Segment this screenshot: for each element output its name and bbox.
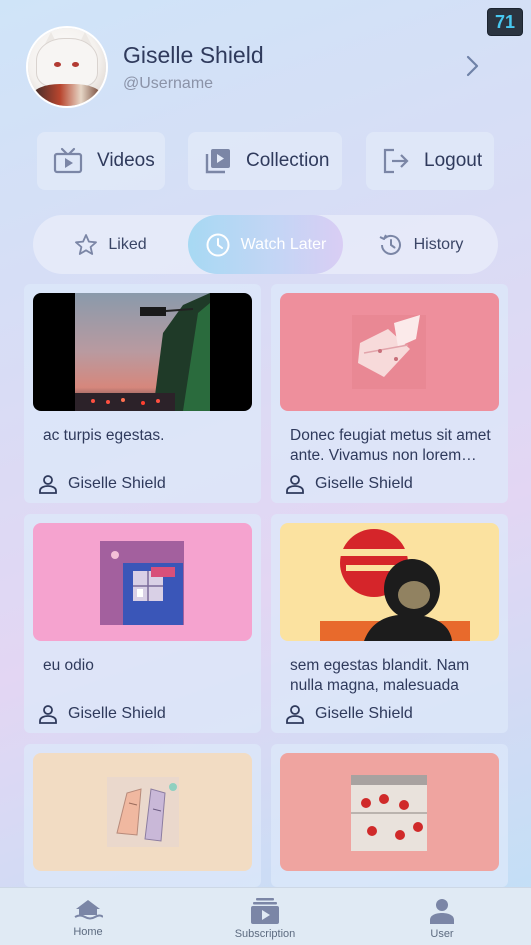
nav-subscription-label: Subscription — [234, 928, 296, 940]
tab-liked[interactable]: Liked — [33, 215, 188, 274]
video-thumbnail[interactable] — [33, 753, 252, 871]
video-card[interactable] — [271, 744, 508, 887]
nav-user[interactable]: User — [382, 888, 502, 945]
video-title: sem egestas blandit. Nam nulla magna, ma… — [290, 657, 470, 694]
video-title: eu odio — [43, 657, 94, 674]
person-icon — [286, 475, 304, 494]
video-title: ac turpis egestas. — [43, 427, 165, 444]
home-icon — [74, 900, 103, 920]
bottom-nav: Home Subscription User — [0, 887, 531, 945]
profile-username: @Username — [123, 75, 214, 92]
logout-button[interactable]: Logout — [366, 132, 494, 190]
video-author: Giselle Shield — [38, 704, 166, 724]
tab-history-label: History — [413, 235, 464, 253]
video-author-name: Giselle Shield — [315, 475, 413, 492]
tab-liked-label: Liked — [108, 235, 147, 253]
history-icon — [379, 234, 401, 255]
video-thumbnail[interactable] — [280, 293, 499, 411]
avatar[interactable] — [28, 28, 106, 106]
profile-header[interactable]: Giselle Shield @Username — [28, 28, 498, 106]
video-author: Giselle Shield — [285, 704, 413, 724]
clock-icon — [206, 233, 230, 256]
video-author-name: Giselle Shield — [68, 705, 166, 722]
collection-icon — [205, 149, 230, 174]
profile-name: Giselle Shield — [123, 42, 264, 68]
video-title: Donec feugiat metus sit amet ante. Vivam… — [290, 427, 491, 464]
person-icon — [39, 475, 57, 494]
video-card[interactable]: ac turpis egestas. Giselle Shield — [24, 284, 261, 503]
logout-icon — [383, 148, 409, 174]
video-thumbnail[interactable] — [33, 293, 252, 411]
videos-button-label: Videos — [97, 150, 155, 171]
nav-subscription[interactable]: Subscription — [205, 888, 325, 945]
video-thumbnail[interactable] — [280, 753, 499, 871]
nav-home-label: Home — [73, 926, 103, 938]
tab-watch-later-label: Watch Later — [240, 235, 327, 253]
video-tabs: Liked Watch Later History — [33, 215, 498, 274]
person-icon — [286, 705, 304, 724]
tv-icon — [53, 147, 83, 174]
videos-button[interactable]: Videos — [37, 132, 165, 190]
video-thumbnail[interactable] — [33, 523, 252, 641]
logout-button-label: Logout — [424, 150, 483, 171]
video-card[interactable] — [24, 744, 261, 887]
video-author: Giselle Shield — [285, 474, 413, 494]
collection-button[interactable]: Collection — [188, 132, 342, 190]
person-icon — [39, 705, 57, 724]
chevron-right-icon[interactable] — [460, 54, 484, 78]
video-card[interactable]: sem egestas blandit. Nam nulla magna, ma… — [271, 514, 508, 733]
tab-watch-later[interactable]: Watch Later — [188, 215, 343, 274]
video-author-name: Giselle Shield — [68, 475, 166, 492]
nav-home[interactable]: Home — [28, 888, 148, 945]
subscription-icon — [251, 898, 279, 924]
tab-history[interactable]: History — [343, 215, 498, 274]
video-author: Giselle Shield — [38, 474, 166, 494]
user-icon — [430, 899, 454, 924]
star-icon — [75, 233, 98, 255]
video-card[interactable]: eu odio Giselle Shield — [24, 514, 261, 733]
collection-button-label: Collection — [246, 150, 330, 171]
video-author-name: Giselle Shield — [315, 705, 413, 722]
video-thumbnail[interactable] — [280, 523, 499, 641]
video-card[interactable]: Donec feugiat metus sit amet ante. Vivam… — [271, 284, 508, 503]
nav-user-label: User — [430, 928, 454, 940]
